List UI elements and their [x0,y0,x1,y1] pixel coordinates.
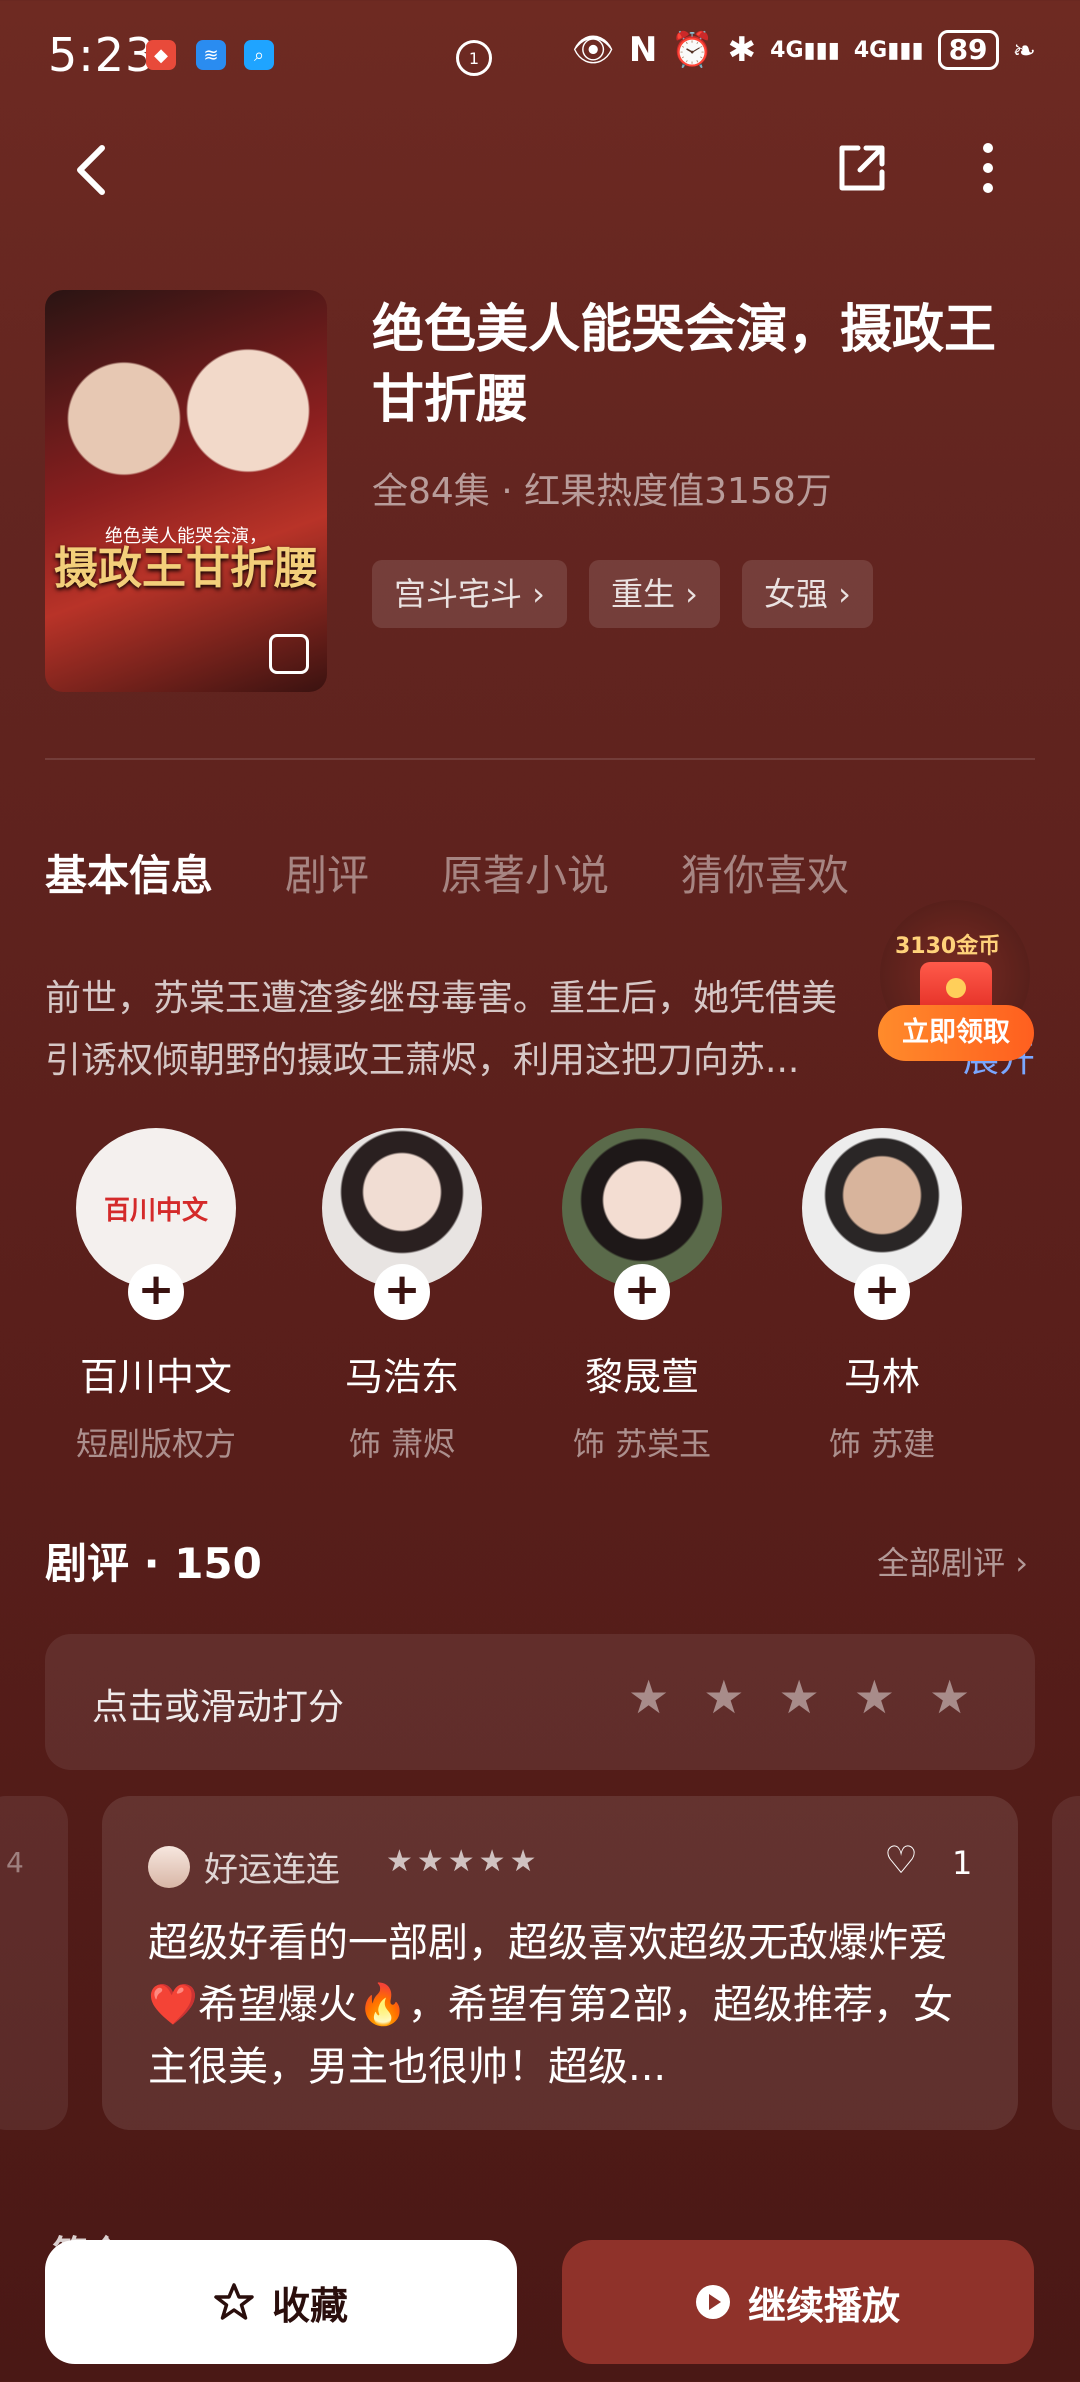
share-icon [839,145,885,191]
drama-poster[interactable]: 绝色美人能哭会演， 摄政王甘折腰 [45,290,327,692]
nfc-icon: N [628,30,658,70]
tag-strong-female[interactable]: 女强 › [741,560,873,628]
status-bar: 5:23 ◆ ≋ ⌕ 1 👁 N ⏰ ✱ 4G▮▮▮ 4G▮▮▮ 89 ❧ [0,0,1080,110]
review-stars: ★★★★★ [386,1844,541,1879]
tag-list: 宫斗宅斗 › 重生 › 女强 › [372,560,873,628]
actor-avatar: + [562,1128,722,1320]
drama-title: 绝色美人能哭会演，摄政王甘折腰 [372,300,997,430]
follow-plus-icon[interactable]: + [128,1264,184,1320]
claim-coins-button[interactable]: 立即领取 [878,1005,1034,1061]
eye-icon: 👁 [571,30,615,70]
cast-item-actor-3[interactable]: + 马林 饰 苏建 [782,1128,982,1465]
battery-indicator: 89 [937,30,999,70]
leaf-icon: ❧ [1012,33,1036,67]
status-time: 5:23 [48,28,156,82]
bluetooth-icon: ✱ [727,30,757,70]
cast-item-actor-2[interactable]: + 黎晟萱 饰 苏棠玉 [542,1128,742,1465]
coin-amount: 3130金币 [895,934,1001,959]
continue-play-button[interactable]: 继续播放 [562,2240,1034,2364]
rating-stars[interactable]: ★ ★ ★ ★ ★ [628,1670,970,1724]
cast-item-publisher[interactable]: 百川中文 + 百川中文 短剧版权方 [56,1128,256,1465]
favorite-button[interactable]: 收藏 [45,2240,517,2364]
tag-rebirth[interactable]: 重生 › [588,560,720,628]
alarm-icon: ⏰ [671,30,714,70]
publisher-logo-text: 百川中文 [103,1196,208,1226]
reviewer-avatar [148,1846,190,1888]
follow-plus-icon[interactable]: + [374,1264,430,1320]
back-button[interactable] [52,130,132,210]
play-icon [695,2285,730,2319]
follow-plus-icon[interactable]: + [614,1264,670,1320]
actor-avatar: + [322,1128,482,1320]
cast-name: 百川中文 [79,1355,232,1399]
drama-meta: 全84集 · 红果热度值3158万 [372,471,832,512]
all-reviews-link[interactable]: 全部剧评 › [877,1538,1028,1584]
cast-name: 黎晟萱 [584,1355,699,1399]
star-icon[interactable]: ★ [703,1670,744,1724]
poster-title: 摄政王甘折腰 [54,543,318,594]
star-icon[interactable]: ★ [929,1670,970,1724]
poster-image-icon [269,634,309,674]
publisher-logo: 百川中文 + [76,1128,236,1320]
signal-1-icon: 4G▮▮▮ [770,37,840,63]
tab-reviews[interactable]: 剧评 [285,842,369,903]
cast-role: 饰 萧烬 [348,1425,456,1463]
more-menu-button[interactable] [948,128,1028,208]
review-card-next[interactable] [1052,1796,1080,2130]
tab-original-novel[interactable]: 原著小说 [441,842,609,903]
cast-item-actor-1[interactable]: + 马浩东 饰 萧烬 [302,1128,502,1465]
cast-name: 马林 [843,1355,920,1399]
back-arrow-icon [77,145,105,195]
tab-bar: 基本信息 剧评 原著小说 猜你喜欢 [45,842,849,903]
like-count: 1 [952,1844,973,1882]
rating-prompt: 点击或滑动打分 [92,1687,345,1728]
divider [45,758,1035,760]
cast-name: 马浩东 [344,1355,459,1399]
review-card-prev-peek: 4 [6,1846,24,1879]
favorite-label: 收藏 [271,2283,348,2328]
more-vertical-icon [983,143,993,193]
tag-palace[interactable]: 宫斗宅斗 › [372,560,567,628]
cast-role: 饰 苏棠玉 [572,1425,712,1463]
heart-icon[interactable]: ♡ [884,1838,918,1882]
share-button[interactable] [822,128,902,208]
hd-icon: 1 [456,40,492,76]
star-outline-icon [214,2283,254,2320]
continue-play-label: 继续播放 [747,2283,900,2328]
wifi-app-icon: ≋ [196,40,226,70]
reviewer-name: 好运连连 [204,1850,340,1890]
reviews-header: 剧评 · 150 [45,1539,262,1588]
review-text: 超级好看的一部剧，超级喜欢超级无敌爆炸爱❤️希望爆火🔥，希望有第2部，超级推荐，… [148,1920,954,2090]
signal-2-icon: 4G▮▮▮ [853,37,924,63]
actor-avatar: + [802,1128,962,1320]
network-label-2: 4G [853,37,888,63]
network-label-1: 4G [770,37,804,63]
tab-basic-info[interactable]: 基本信息 [45,842,213,903]
star-icon[interactable]: ★ [854,1670,895,1724]
bank-app-icon: ◆ [146,40,176,70]
star-icon[interactable]: ★ [628,1670,669,1724]
cast-role: 短剧版权方 [75,1425,236,1463]
search-app-icon: ⌕ [244,40,274,70]
follow-plus-icon[interactable]: + [854,1264,910,1320]
cast-role: 饰 苏建 [828,1425,936,1463]
tab-recommendations[interactable]: 猜你喜欢 [681,842,849,903]
status-right-icons: 👁 N ⏰ ✱ 4G▮▮▮ 4G▮▮▮ 89 ❧ [572,30,1036,70]
star-icon[interactable]: ★ [779,1670,820,1724]
